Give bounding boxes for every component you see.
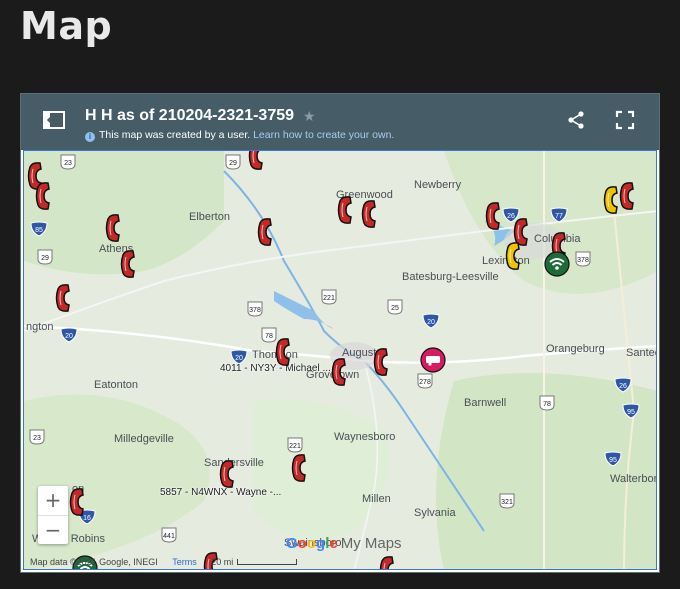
city-label: Millen [362,493,391,505]
city-label: Orangeburg [546,343,605,355]
phone-marker-icon[interactable] [378,555,396,570]
svg-text:20: 20 [65,333,73,340]
us-route-shield: 378 [575,251,591,267]
svg-text:23: 23 [64,160,72,167]
us-route-shield: 29 [225,154,241,170]
phone-marker-icon[interactable] [504,241,522,271]
phone-marker-icon[interactable] [68,487,86,517]
phone-marker-icon[interactable] [484,201,502,231]
phone-marker-icon[interactable] [256,217,274,247]
page-title: Map [20,4,113,48]
google-mymaps-logo: Google My Maps [286,535,402,552]
city-label: Batesburg-Leesville [402,271,499,283]
svg-text:378: 378 [577,257,589,264]
phone-marker-icon[interactable] [247,150,265,171]
info-icon: i [85,132,95,142]
map-title: H H as of 210204-2321-3759 [85,107,295,124]
phone-marker-icon[interactable] [34,181,52,211]
svg-text:29: 29 [229,160,237,167]
map-footer: Map data ©2021 Google, INEGI Terms 20 mi [30,557,298,567]
city-label: Eatonton [94,379,139,391]
zoom-control: + − [38,486,68,544]
city-label: Santee [626,347,656,359]
zoom-in-button[interactable]: + [38,486,68,515]
map-header: H H as of 210204-2321-3759 ★ i This map w… [21,94,659,150]
svg-text:25: 25 [391,305,399,312]
city-label: Waynesboro [334,431,396,443]
share-icon[interactable] [566,110,586,130]
scale-bar [237,559,298,565]
svg-text:85: 85 [35,227,43,234]
svg-text:23: 23 [33,435,41,442]
wifi-marker-icon[interactable] [544,251,570,277]
fullscreen-icon[interactable] [615,110,635,130]
star-icon[interactable]: ★ [303,109,316,125]
us-route-shield: 378 [247,301,263,317]
svg-text:95: 95 [609,457,617,464]
svg-text:321: 321 [501,499,513,506]
city-label: Barnwell [464,397,507,409]
us-route-shield: 221 [321,289,337,305]
us-route-shield: 23 [60,154,76,170]
city-label: Milledgeville [114,433,174,445]
svg-text:221: 221 [289,443,301,450]
notice-text: This map was created by a user. [99,129,251,141]
creator-notice: i This map was created by a user. Learn h… [85,129,394,142]
svg-text:78: 78 [265,333,273,340]
svg-text:20: 20 [427,319,435,326]
map-canvas[interactable]: Newberry Elberton Athens Batesburg-Leesvill… [23,150,657,570]
us-route-shield: 29 [37,249,53,265]
interstate-shield: 77 [550,207,568,223]
interstate-shield: 95 [622,403,640,419]
us-route-shield: 278 [417,373,433,389]
phone-marker-icon[interactable] [218,459,236,489]
attribution-text: Map data ©2021 Google, INEGI [30,557,158,567]
svg-text:378: 378 [249,307,261,314]
us-route-shield: 221 [287,437,303,453]
svg-text:78: 78 [543,401,551,408]
zoom-out-button[interactable]: − [38,516,68,545]
interstate-shield: 95 [604,451,622,467]
city-label: Sylvania [414,507,456,519]
us-route-shield: 321 [499,493,515,509]
svg-text:20: 20 [235,355,243,362]
map-embed: H H as of 210204-2321-3759 ★ i This map w… [20,93,660,573]
phone-marker-icon[interactable] [54,283,72,313]
rv-marker-icon[interactable] [420,347,446,373]
learn-more-link[interactable]: Learn how to create your own. [253,129,394,141]
svg-text:278: 278 [419,379,431,386]
phone-marker-icon[interactable] [360,199,378,229]
interstate-shield: 26 [614,377,632,393]
phone-marker-icon[interactable] [290,453,308,483]
phone-marker-icon[interactable] [274,337,292,367]
svg-text:221: 221 [323,295,335,302]
us-route-shield: 78 [539,395,555,411]
phone-marker-icon[interactable] [372,347,390,377]
svg-text:95: 95 [627,409,635,416]
svg-text:77: 77 [555,213,563,220]
scale-label: 20 mi [211,557,234,567]
phone-marker-icon[interactable] [618,181,636,211]
us-route-shield: 25 [387,299,403,315]
phone-marker-icon[interactable] [119,249,137,279]
interstate-shield: 20 [422,313,440,329]
phone-marker-icon[interactable] [336,195,354,225]
city-label: Newberry [414,179,462,191]
city-label: Walterboro [610,473,657,485]
us-route-shield: 441 [161,527,177,543]
phone-marker-icon[interactable] [330,357,348,387]
google-logo: Google [286,535,338,552]
svg-text:26: 26 [619,383,627,390]
interstate-shield: 20 [60,327,78,343]
svg-text:441: 441 [163,533,175,540]
city-label: Elberton [189,211,230,223]
interstate-shield: 85 [30,221,48,237]
svg-text:29: 29 [41,255,49,262]
us-route-shield: 23 [29,429,45,445]
sidebar-toggle-icon[interactable] [41,108,67,132]
terms-link[interactable]: Terms [172,557,197,567]
city-label: ngton [26,321,54,333]
phone-marker-icon[interactable] [104,213,122,243]
mymaps-logo: My Maps [340,535,402,552]
